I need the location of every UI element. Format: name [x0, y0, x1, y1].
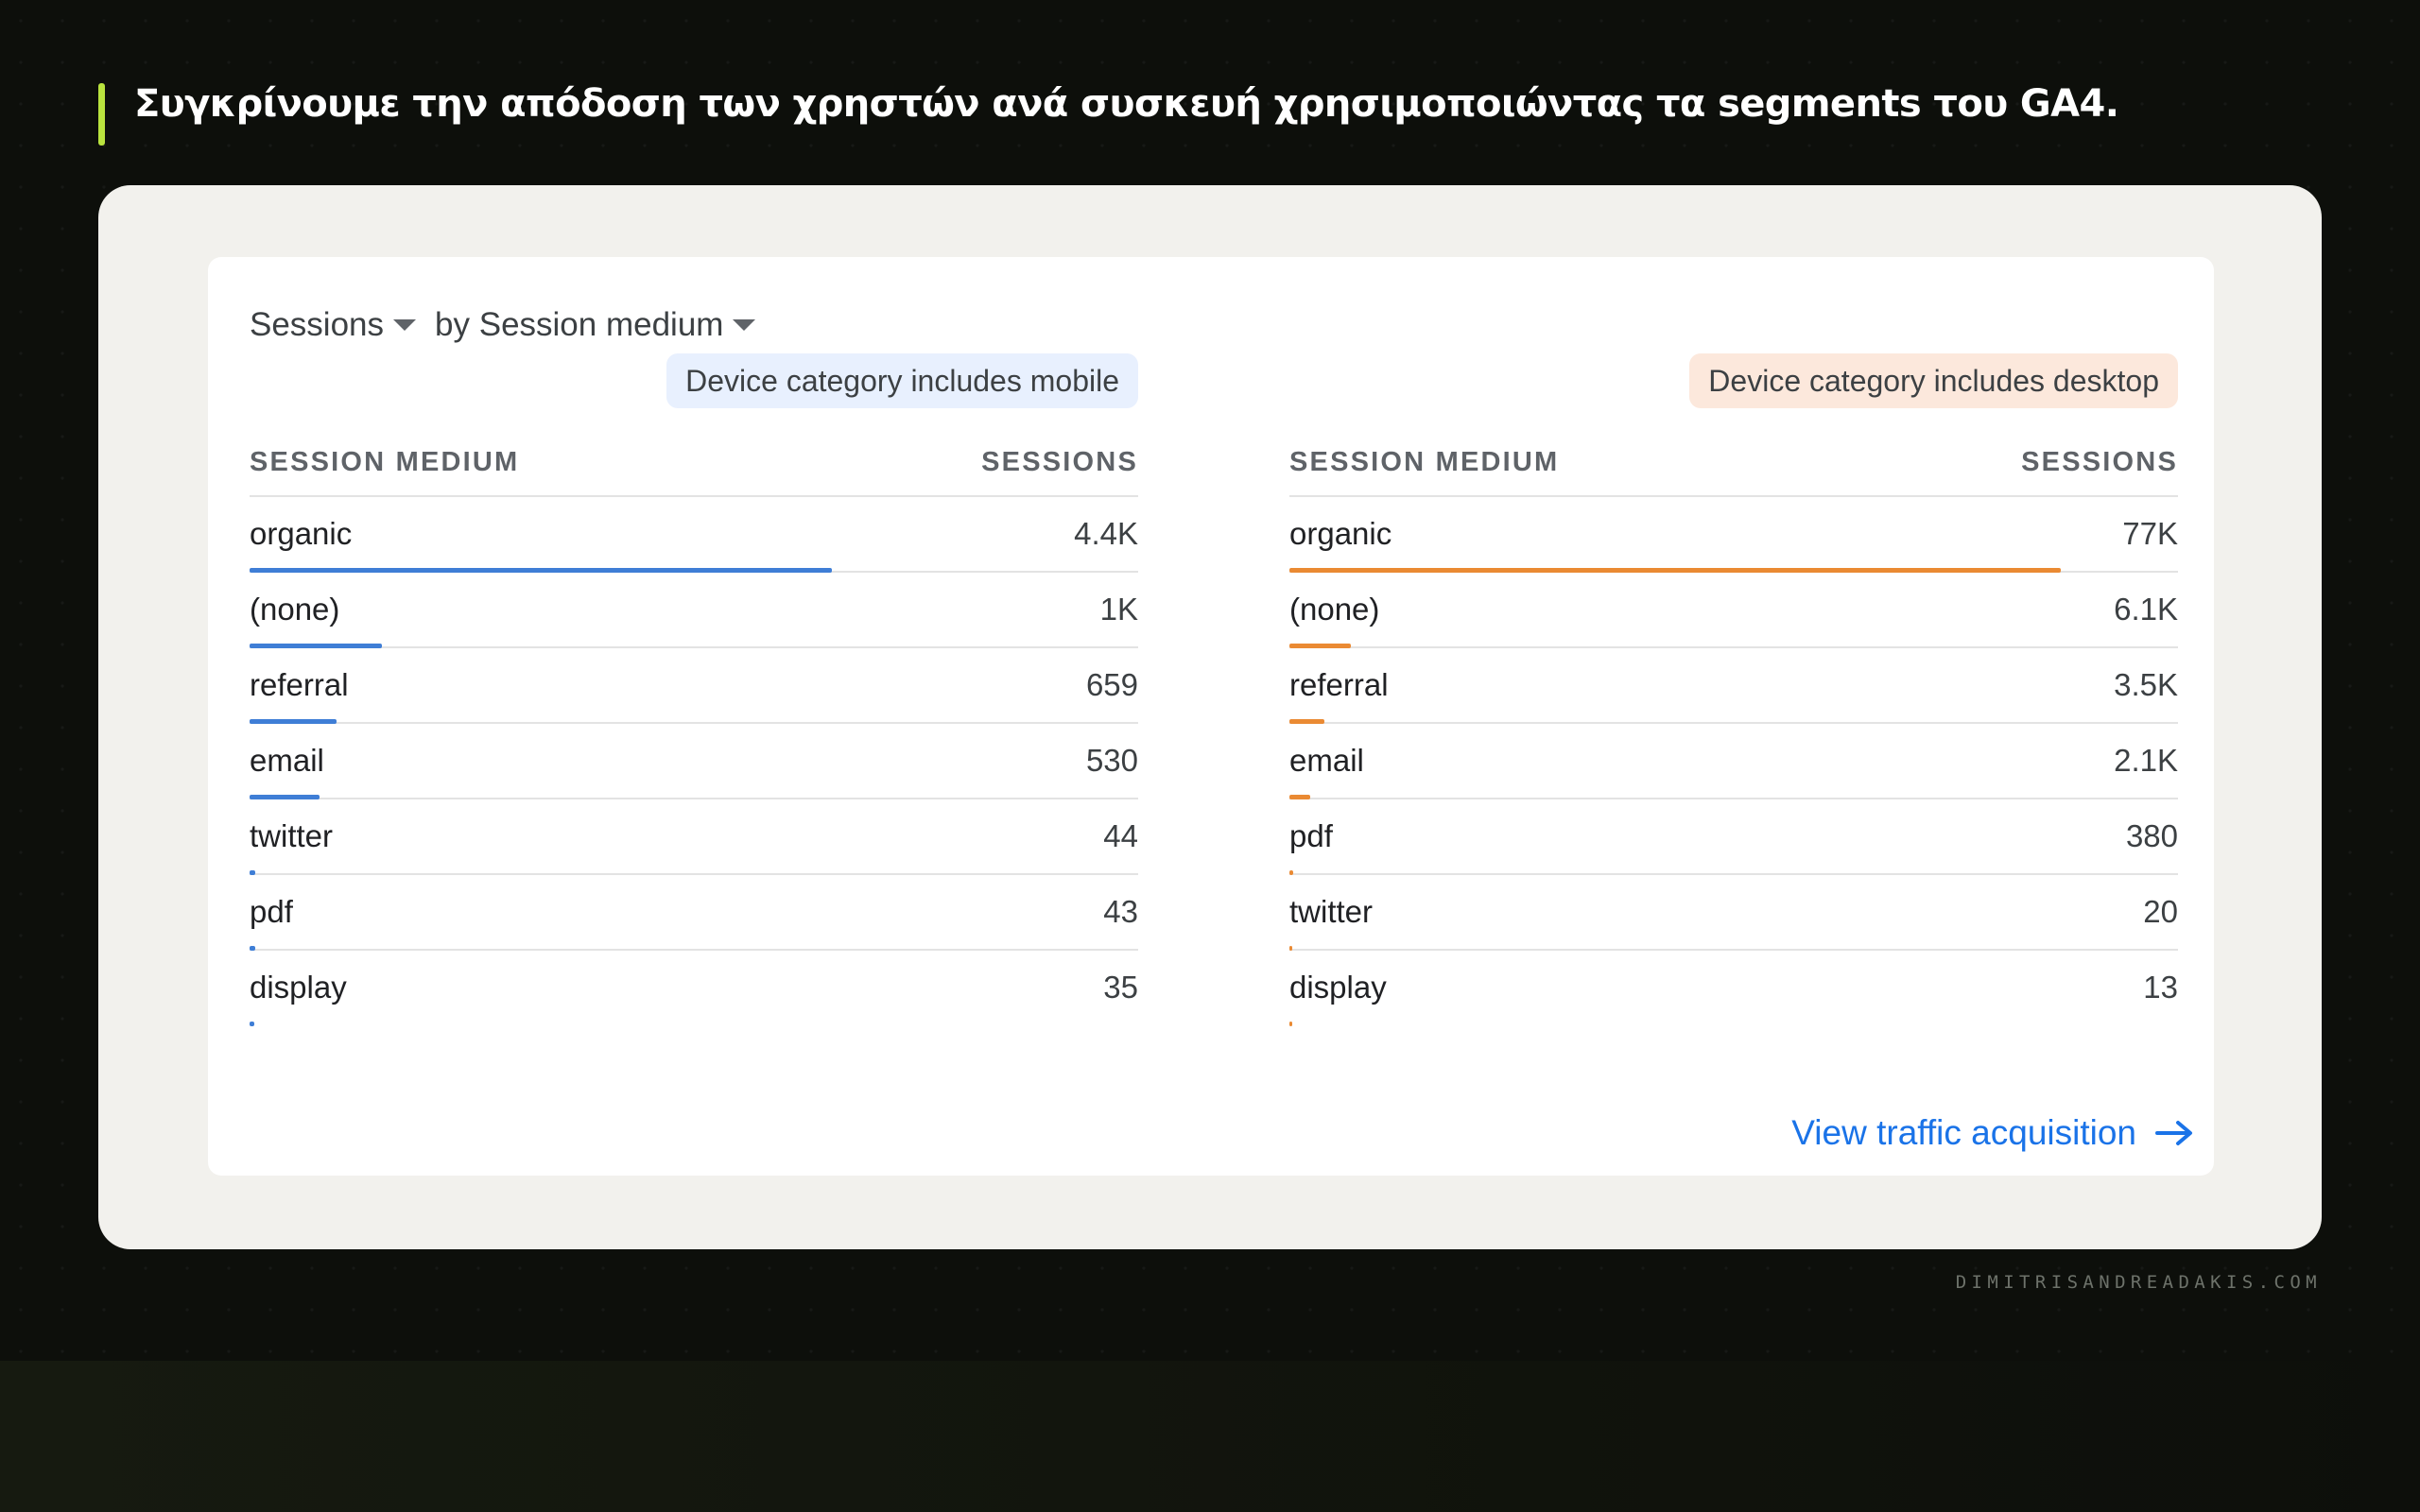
ga4-sessions-card: Sessions by Session medium Device catego…: [208, 257, 2214, 1176]
row-dimension-label: twitter: [250, 818, 334, 853]
card-header: Sessions by Session medium: [250, 306, 774, 344]
row-dimension-label: pdf: [250, 894, 293, 929]
row-metric-value: 3.5K: [2114, 667, 2178, 702]
table-row: (none) 6.1K: [1289, 573, 2178, 648]
table-row: pdf 380: [1289, 799, 2178, 875]
segment-chip-desktop: Device category includes desktop: [1689, 353, 2178, 408]
table-row: organic 4.4K: [250, 497, 1138, 573]
screenshot-frame: Sessions by Session medium Device catego…: [98, 185, 2322, 1249]
table-row: email 2.1K: [1289, 724, 2178, 799]
table-row: pdf 43: [250, 875, 1138, 951]
row-dimension-label: (none): [1289, 592, 1380, 627]
row-metric-value: 2.1K: [2114, 743, 2178, 778]
view-traffic-acquisition-link[interactable]: View traffic acquisition: [1791, 1113, 2193, 1153]
row-metric-value: 35: [1103, 970, 1138, 1005]
table-body: organic 77K (none) 6.1K referral 3.5K email 2.1…: [1289, 497, 2178, 1026]
table-row: display 35: [250, 951, 1138, 1026]
row-dimension-label: organic: [1289, 516, 1392, 551]
arrow-right-icon[interactable]: [2155, 1119, 2193, 1147]
row-dimension-label: (none): [250, 592, 340, 627]
row-proportion-bar: [1289, 1022, 1292, 1026]
row-metric-value: 6.1K: [2114, 592, 2178, 627]
table-row: display 13: [1289, 951, 2178, 1026]
row-metric-value: 4.4K: [1074, 516, 1138, 551]
segment-chip-mobile: Device category includes mobile: [666, 353, 1138, 408]
view-link-label[interactable]: View traffic acquisition: [1791, 1113, 2136, 1153]
row-metric-value: 13: [2143, 970, 2178, 1005]
row-dimension-label: email: [250, 743, 324, 778]
row-dimension-label: display: [1289, 970, 1387, 1005]
column-header-metric: SESSIONS: [2021, 446, 2178, 477]
row-proportion-bar: [250, 1022, 254, 1026]
table-row: (none) 1K: [250, 573, 1138, 648]
row-dimension-label: twitter: [1289, 894, 1374, 929]
table-row: organic 77K: [1289, 497, 2178, 573]
row-metric-value: 20: [2143, 894, 2178, 929]
row-metric-value: 44: [1103, 818, 1138, 853]
table-row: twitter 44: [250, 799, 1138, 875]
table-row: email 530: [250, 724, 1138, 799]
headline-accent-bar: [98, 83, 105, 146]
row-metric-value: 380: [2125, 818, 2178, 853]
table-row: referral 3.5K: [1289, 648, 2178, 724]
column-header-dimension: SESSION MEDIUM: [250, 446, 520, 477]
column-header-metric: SESSIONS: [981, 446, 1138, 477]
column-header-dimension: SESSION MEDIUM: [1289, 446, 1560, 477]
row-dimension-label: referral: [1289, 667, 1389, 702]
table-body: organic 4.4K (none) 1K referral 659 email 530 tw…: [250, 497, 1138, 1026]
table-header: SESSION MEDIUM SESSIONS: [250, 429, 1138, 497]
chevron-down-icon[interactable]: [393, 319, 417, 331]
page-headline: Συγκρίνουμε την απόδοση των χρηστών ανά …: [134, 82, 2119, 126]
table-header: SESSION MEDIUM SESSIONS: [1289, 429, 2178, 497]
footer-band: [0, 1361, 2420, 1512]
metric-selector-label[interactable]: Sessions: [250, 306, 384, 344]
row-metric-value: 43: [1103, 894, 1138, 929]
row-dimension-label: email: [1289, 743, 1364, 778]
row-dimension-label: pdf: [1289, 818, 1333, 853]
chevron-down-icon[interactable]: [733, 319, 756, 331]
row-dimension-label: referral: [250, 667, 349, 702]
row-metric-value: 77K: [2122, 516, 2178, 551]
table-row: referral 659: [250, 648, 1138, 724]
row-metric-value: 659: [1085, 667, 1138, 702]
row-dimension-label: organic: [250, 516, 353, 551]
table-row: twitter 20: [1289, 875, 2178, 951]
row-metric-value: 1K: [1099, 592, 1138, 627]
site-credit: DIMITRISANDREADAKIS.COM: [1955, 1272, 2322, 1293]
row-metric-value: 530: [1085, 743, 1138, 778]
dimension-selector-label[interactable]: by Session medium: [435, 306, 723, 344]
row-dimension-label: display: [250, 970, 347, 1005]
